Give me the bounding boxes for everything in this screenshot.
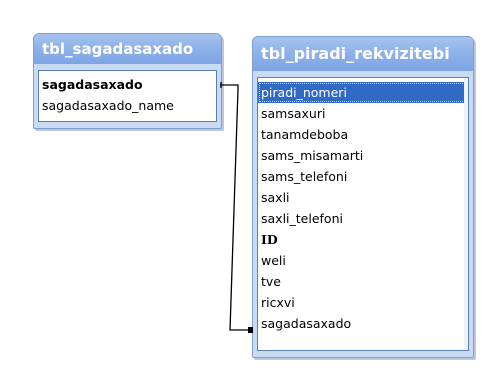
relationship-connector[interactable] [220,84,252,331]
relationship-end-marker-right [248,327,253,333]
relationship-line[interactable] [0,0,485,376]
relationships-canvas: tbl_sagadasaxado sagadasaxado sagadasaxa… [0,0,485,376]
